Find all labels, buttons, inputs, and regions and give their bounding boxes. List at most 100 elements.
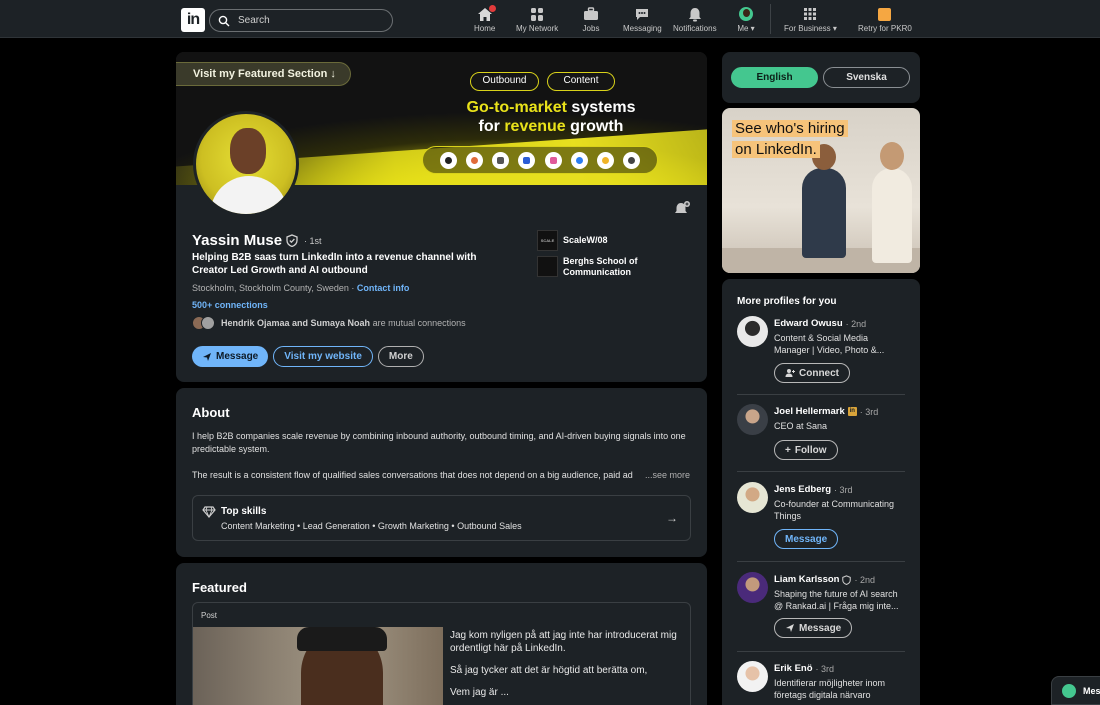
about-card: About I help B2B companies scale revenue… [176,388,707,557]
nav-label: Notifications [673,24,717,33]
profile-suggestion[interactable]: Liam Karlsson · 2nd Shaping the future of… [737,572,907,642]
verified-shield-icon[interactable] [286,234,298,247]
see-more-link[interactable]: ...see more [643,470,691,480]
message-suggestion-button[interactable]: Message [774,618,853,638]
divider [737,651,905,652]
colorful-logo-icon [597,151,615,169]
nav-label: My Network [516,24,559,33]
messaging-overlay-tab[interactable]: Mes [1051,676,1100,705]
avatar[interactable] [737,661,768,692]
nav-notifications[interactable]: Notifications [673,6,717,34]
linkedin-logo-icon[interactable]: in [181,8,205,32]
avatar[interactable] [737,404,768,435]
visit-website-button[interactable]: Visit my website [273,346,373,367]
square-logo-icon [518,151,536,169]
top-skills-title: Top skills [221,506,267,517]
banner-line1-highlight: Go-to-market [466,99,567,116]
message-suggestion-button[interactable]: Message [774,529,839,549]
profile-suggestion[interactable]: Jens Edberg · 3rd Co-founder at Communica… [737,482,907,552]
suggestion-name-text: Erik Enö [774,663,813,674]
search-input[interactable] [238,15,378,26]
message-button-label: Message [216,351,259,362]
profile-suggestion[interactable]: Joel Hellermark in · 3rd CEO at Sana + Fol… [737,404,907,464]
contact-info-link[interactable]: Contact info [357,283,410,293]
connection-degree: · 1st [304,235,322,246]
company-name: ScaleW/08 [563,235,608,245]
education-item[interactable]: Berghs School of Communication [537,256,653,278]
connection-degree: · 3rd [815,663,835,674]
messaging-tab-label: Mes [1083,685,1100,696]
nav-label: Me ▾ [737,24,754,33]
connection-degree: · 3rd [859,406,879,417]
linkedin-badge-icon: in [847,407,857,416]
nav-premium[interactable]: Retry for PKR0 [858,6,912,34]
more-profiles-card: More profiles for you Edward Owusu · 2nd … [722,279,920,705]
follow-button[interactable]: + Follow [774,440,838,460]
suggestion-headline: Co-founder at Communicating Things [774,499,895,521]
mutual-names: Hendrik Ojamaa and Sumaya Noah [221,318,371,328]
connect-button[interactable]: Connect [774,363,850,383]
location-text: Stockholm, Stockholm County, Sweden · [192,283,357,293]
nav-for-business[interactable]: For Business ▾ [784,6,837,34]
banner-line2-highlight: revenue [504,118,566,135]
suggestion-name-text: Joel Hellermark [774,406,845,417]
chevron-down-icon: ▾ [750,24,755,33]
banner-headline: Go-to-market systems for revenue growth [436,98,666,136]
grid-icon [801,6,819,22]
profile-actions: Message Visit my website More [192,346,424,367]
mutual-suffix: are mutual connections [370,318,466,328]
profile-suggestion[interactable]: Edward Owusu · 2nd Content & Social Media… [737,316,907,386]
top-skills-box[interactable]: Top skills Content Marketing • Lead Gene… [192,495,691,541]
featured-post[interactable]: Post Jag kom nyligen på att jag inte har… [192,602,691,705]
cloud-logo-icon [492,151,510,169]
post-image[interactable] [193,627,443,705]
claude-logo-icon [465,151,483,169]
profile-card: Visit my Featured Section ↓ Outbound Con… [176,52,707,382]
avatar[interactable] [737,572,768,603]
connection-degree: · 3rd [834,484,853,495]
profile-suggestion[interactable]: Erik Enö · 3rd Identifierar möjligheter i… [737,661,907,705]
follow-bell-icon[interactable] [673,200,691,218]
nav-home[interactable]: Home [474,4,497,34]
hiring-ad[interactable]: See who's hiring on LinkedIn. [722,108,920,273]
divider [737,561,905,562]
avatar [737,6,755,22]
suggestion-headline: Shaping the future of AI search @ Rankad… [774,589,899,611]
top-nav: in Home My Network Jobs Messaging Notifi… [0,0,1100,38]
post-text-line: Jag kom nyligen på att jag inte har intr… [450,630,677,654]
connections-link[interactable]: 500+ connections [192,300,268,310]
diamond-icon [202,506,216,519]
ad-line-1: See who's hiring [732,120,848,137]
blue-logo-icon [570,151,588,169]
banner-line2-end: growth [565,118,624,135]
post-label: Post [201,611,218,620]
nav-messaging[interactable]: Messaging [623,6,662,34]
more-button[interactable]: More [377,346,424,367]
search-icon [218,15,230,26]
language-english[interactable]: English [731,67,818,88]
mutual-connections[interactable]: Hendrik Ojamaa and Sumaya Noah are mutua… [192,316,466,330]
nav-jobs[interactable]: Jobs [582,6,600,34]
company-logo-text: SCALE [540,238,555,243]
nav-my-network[interactable]: My Network [516,6,558,34]
featured-card: Featured Post Jag kom nyligen på att jag… [176,563,707,705]
messaging-icon [633,6,651,22]
nav-me[interactable]: Me ▾ [737,6,755,34]
notification-badge [487,4,497,13]
nav-label: Jobs [582,24,600,33]
about-paragraph-2: The result is a consistent flow of quali… [192,470,633,480]
profile-photo[interactable] [193,111,299,217]
suggestion-headline: CEO at Sana [774,421,828,431]
follow-button-label: Follow [794,444,827,456]
search-box[interactable] [209,9,393,32]
experience-item[interactable]: SCALE ScaleW/08 [537,230,608,251]
top-skills-list: Content Marketing • Lead Generation • Gr… [221,521,522,531]
language-svenska[interactable]: Svenska [823,67,910,88]
post-text-line: Så jag tycker att det är högtid att berä… [450,665,648,676]
message-button[interactable]: Message [192,346,269,367]
avatar [201,316,215,330]
arrow-right-icon: → [666,511,678,525]
avatar[interactable] [737,316,768,347]
avatar[interactable] [737,482,768,513]
visit-featured-pill[interactable]: Visit my Featured Section ↓ [176,62,351,86]
